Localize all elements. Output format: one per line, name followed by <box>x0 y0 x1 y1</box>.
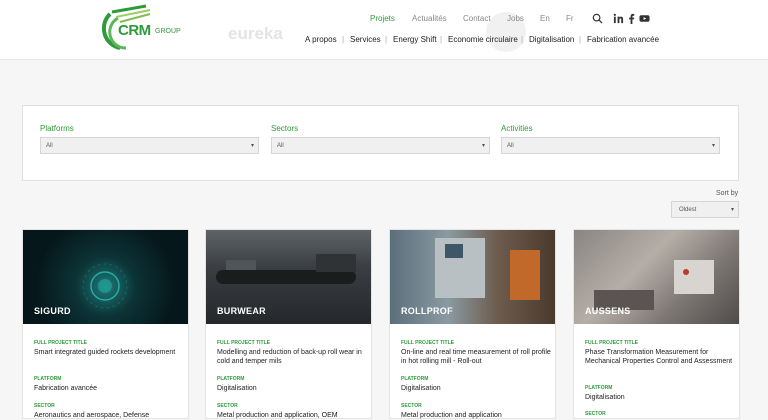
card-sector: Metal production and application <box>401 412 502 419</box>
platforms-label: Platforms <box>40 124 74 133</box>
nav-separator: | <box>521 35 524 44</box>
nav-separator: | <box>385 35 388 44</box>
card-platform: Digitalisation <box>401 385 441 392</box>
nav-fabrication-avancee[interactable]: Fabrication avancée <box>587 35 659 44</box>
nav-separator: | <box>579 35 582 44</box>
sort-by-label: Sort by <box>716 190 739 197</box>
card-sector: Metal production and application, OEM <box>217 412 338 419</box>
activities-label: Activities <box>501 124 533 133</box>
nav-digitalisation[interactable]: Digitalisation <box>529 35 574 44</box>
nav-projets[interactable]: Projets <box>370 14 395 23</box>
nav-a-propos[interactable]: A propos <box>305 35 337 44</box>
project-card-sigurd[interactable]: SIGURD FULL PROJECT TITLE Smart integrat… <box>22 229 189 419</box>
nav-lang-fr[interactable]: Fr <box>566 14 574 23</box>
card-sector-label: SECTOR <box>34 403 55 409</box>
chevron-down-icon: ▾ <box>481 143 485 149</box>
eureka-watermark: eureka <box>228 24 283 43</box>
card-name: BURWEAR <box>217 306 266 316</box>
logo-text: CRM <box>118 22 151 39</box>
nav-jobs[interactable]: Jobs <box>507 14 524 23</box>
nav-separator: | <box>440 35 443 44</box>
chevron-down-icon: ▾ <box>730 207 734 213</box>
card-title: On-line and real time measurement of rol… <box>401 349 551 365</box>
sort-select[interactable]: Oldest ▾ <box>671 201 739 218</box>
card-sector-label: SECTOR <box>401 403 422 409</box>
logo-group: GROUP <box>155 28 181 35</box>
card-title-label: FULL PROJECT TITLE <box>585 340 638 346</box>
card-title-label: FULL PROJECT TITLE <box>401 340 454 346</box>
nav-contact[interactable]: Contact <box>463 14 491 23</box>
activities-select-value: All <box>507 143 514 149</box>
card-name: SIGURD <box>34 306 71 316</box>
card-platform-label: PLATFORM <box>217 376 245 382</box>
sort-select-value: Oldest <box>679 207 697 213</box>
card-sector: Aeronautics and aerospace, Defense <box>34 412 150 419</box>
card-platform: Digitalisation <box>585 394 625 401</box>
sectors-select-value: All <box>277 143 284 149</box>
youtube-icon[interactable] <box>639 13 650 24</box>
project-card-aussens[interactable]: AUSSENS FULL PROJECT TITLE Phase Transfo… <box>573 229 740 419</box>
card-platform-label: PLATFORM <box>585 385 613 391</box>
project-card-burwear[interactable]: BURWEAR FULL PROJECT TITLE Modelling and… <box>205 229 372 419</box>
sectors-label: Sectors <box>271 124 299 133</box>
card-title: Phase Transformation Measurement for Mec… <box>585 349 733 365</box>
card-platform: Fabrication avancée <box>34 385 98 392</box>
search-icon[interactable] <box>592 13 603 24</box>
platforms-select[interactable]: All ▾ <box>40 137 259 154</box>
chevron-down-icon: ▾ <box>250 143 254 149</box>
card-title: Modelling and reduction of back-up roll … <box>217 349 362 365</box>
card-name: ROLLPROF <box>401 306 453 316</box>
card-title-label: FULL PROJECT TITLE <box>217 340 270 346</box>
linkedin-icon[interactable] <box>613 13 624 24</box>
card-platform-label: PLATFORM <box>401 376 429 382</box>
card-sector-label: SECTOR <box>217 403 238 409</box>
nav-actualites[interactable]: Actualités <box>412 14 447 23</box>
nav-separator: | <box>342 35 345 44</box>
nav-services[interactable]: Services <box>350 35 381 44</box>
card-title-label: FULL PROJECT TITLE <box>34 340 87 346</box>
card-platform-label: PLATFORM <box>34 376 62 382</box>
nav-energy-shift[interactable]: Energy Shift <box>393 35 437 44</box>
chevron-down-icon: ▾ <box>711 143 715 149</box>
card-name: AUSSENS <box>585 306 631 316</box>
project-card-rollprof[interactable]: ROLLPROF FULL PROJECT TITLE On-line and … <box>389 229 556 419</box>
sectors-select[interactable]: All ▾ <box>271 137 490 154</box>
card-sector-label: SECTOR <box>585 411 606 417</box>
site-header: CRM GROUP eureka Projets Actualités Cont… <box>0 0 768 60</box>
card-title: Smart integrated guided rockets developm… <box>34 349 176 356</box>
facebook-icon[interactable] <box>626 13 637 24</box>
nav-economie-circulaire[interactable]: Economie circulaire <box>448 35 518 44</box>
platforms-select-value: All <box>46 143 53 149</box>
card-platform: Digitalisation <box>217 385 257 392</box>
activities-select[interactable]: All ▾ <box>501 137 720 154</box>
nav-lang-en[interactable]: En <box>540 14 550 23</box>
